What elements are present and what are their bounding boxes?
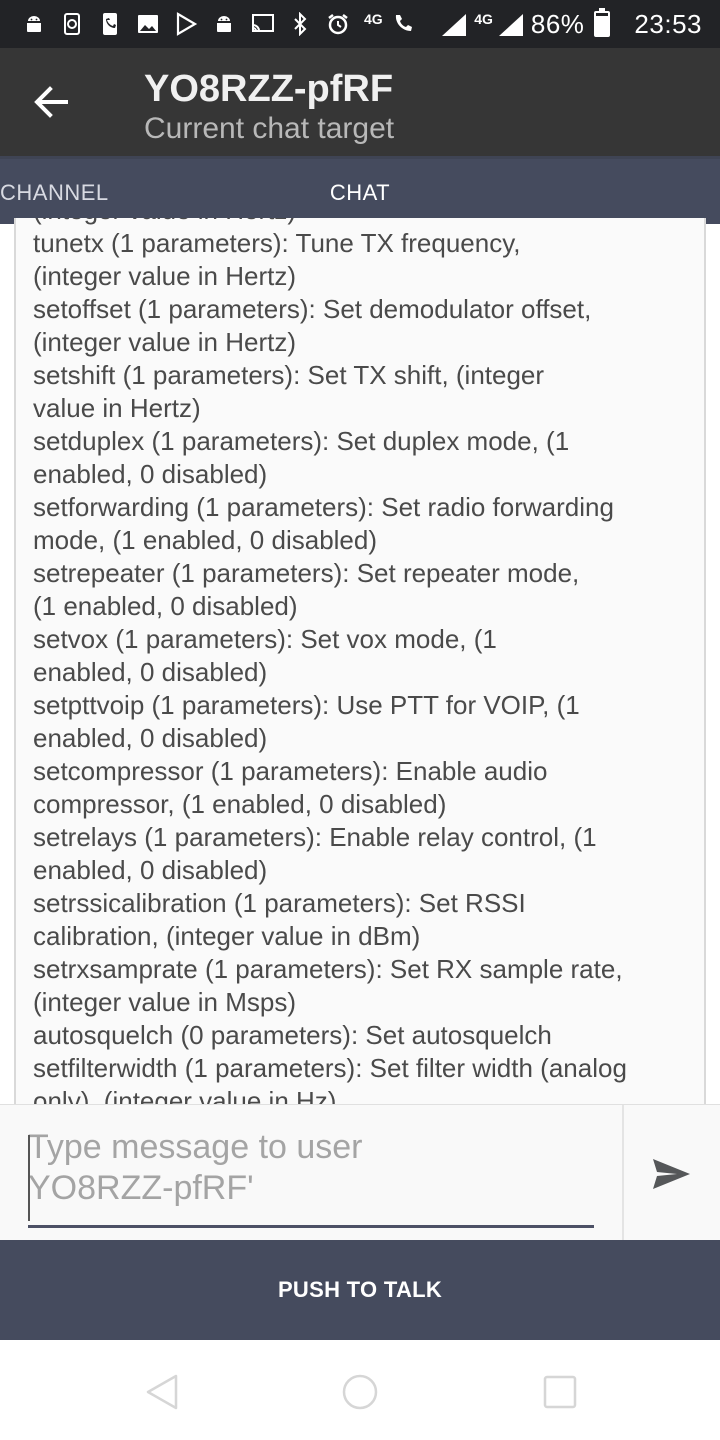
message-input[interactable]: Type message to user YO8RZZ-pfRF' [28,1127,594,1229]
android-icon [212,12,236,36]
status-bar: 4G 4G 86% 23:53 [0,0,720,48]
message-input-placeholder: Type message to user YO8RZZ-pfRF' [28,1128,363,1207]
log-line: enabled, 0 disabled) [33,855,268,885]
nav-recents-button[interactable] [540,1372,580,1412]
nav-back-button[interactable] [142,1372,182,1412]
page-title: YO8RZZ-pfRF [144,68,394,110]
send-button[interactable] [648,1151,694,1197]
tab-channel[interactable]: CHANNEL [0,159,112,227]
log-line: setrepeater (1 parameters): Set repeater… [33,558,580,588]
alarm-icon [326,12,350,36]
send-icon [653,1159,690,1189]
log-line: setfilterwidth (1 parameters): Set filte… [33,1053,627,1083]
compose-bar: Type message to user YO8RZZ-pfRF' [0,1104,720,1241]
log-line: compressor, (1 enabled, 0 disabled) [33,789,447,819]
log-line: tunetx (1 parameters): Tune TX frequency… [33,228,521,258]
log-line: (integer value in Hertz) [33,261,296,291]
log-line: setrxsamprate (1 parameters): Set RX sam… [33,954,623,984]
nav-recents-icon [543,1375,577,1409]
android-icon [22,12,46,36]
play-store-icon [174,12,198,36]
system-status: 4G 86% 23:53 [440,8,702,40]
push-to-talk-button[interactable]: PUSH TO TALK [0,1240,720,1340]
log-line: enabled, 0 disabled) [33,657,268,687]
input-underline [28,1225,594,1228]
log-line: setpttvoip (1 parameters): Use PTT for V… [33,690,580,720]
notification-icons: 4G [22,11,415,37]
navigation-bar [0,1340,720,1440]
page-subtitle: Current chat target [144,112,395,145]
signal-icon [497,12,523,36]
signal-icon [440,12,467,36]
battery-icon [594,8,611,37]
log-line: autosquelch (0 parameters): Set autosque… [33,1020,552,1050]
message-log[interactable]: (integer value in Hertz)tunetx (1 parame… [14,218,706,1104]
text-cursor [28,1135,30,1221]
log-line: (integer value in Hertz) [33,327,296,357]
phone-icon [98,12,122,36]
volte-badge: 4G [364,11,383,27]
log-line: setshift (1 parameters): Set TX shift, (… [33,360,545,390]
back-button[interactable] [28,82,76,122]
nav-home-icon [342,1374,378,1410]
log-line: setvox (1 parameters): Set vox mode, (1 [33,624,497,654]
log-line: (integer value in Msps) [33,987,296,1017]
log-line: calibration, (integer value in dBm) [33,921,421,951]
tab-chat[interactable]: CHAT [298,159,422,227]
sync-icon [60,12,84,36]
bluetooth-icon [288,11,312,37]
image-icon [136,12,160,36]
clock: 23:53 [634,8,702,39]
divider [622,1105,624,1241]
battery-percent: 86% [530,8,585,39]
log-line: setoffset (1 parameters): Set demodulato… [33,294,592,324]
tab-bar: CHANNEL CHAT [0,156,720,227]
network-type-badge: 4G [474,11,493,27]
log-line: setrelays (1 parameters): Enable relay c… [33,822,597,852]
log-line: setforwarding (1 parameters): Set radio … [33,492,614,522]
log-line: (1 enabled, 0 disabled) [33,591,298,621]
log-line: setcompressor (1 parameters): Enable aud… [33,756,548,786]
message-log-text: (integer value in Hertz)tunetx (1 parame… [33,218,693,1104]
nav-home-button[interactable] [340,1372,380,1412]
volte-call-icon [391,12,415,36]
nav-back-icon [146,1374,178,1410]
log-line: mode, (1 enabled, 0 disabled) [33,525,378,555]
chat-area: (integer value in Hertz)tunetx (1 parame… [0,218,720,1104]
log-line: setrssicalibration (1 parameters): Set R… [33,888,526,918]
log-line: enabled, 0 disabled) [33,723,268,753]
log-line: setduplex (1 parameters): Set duplex mod… [33,426,570,456]
log-line: only), (integer value in Hz) [33,1086,337,1104]
log-line: (integer value in Hertz) [33,218,693,227]
app-bar: YO8RZZ-pfRF Current chat target [0,48,720,156]
cast-icon [250,12,274,36]
log-line: value in Hertz) [33,393,201,423]
arrow-back-icon [34,86,68,118]
log-line: enabled, 0 disabled) [33,459,268,489]
